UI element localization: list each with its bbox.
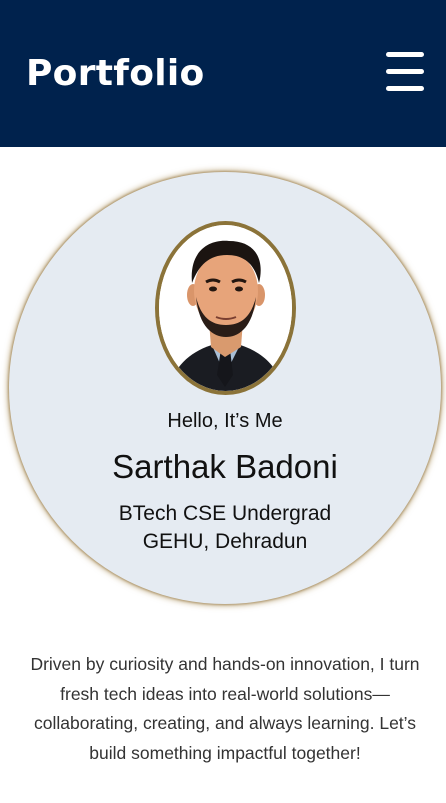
role-degree: BTech CSE Undergrad bbox=[118, 502, 332, 525]
profile-photo bbox=[159, 225, 292, 391]
role-institution: GEHU, Dehradun bbox=[142, 530, 308, 553]
menu-bar-middle bbox=[386, 69, 424, 74]
site-header: Portfolio bbox=[0, 0, 446, 147]
profile-role: BTech CSE Undergrad GEHU, Dehradun bbox=[0, 500, 446, 556]
avatar bbox=[155, 221, 296, 395]
greeting-text: Hello, It’s Me bbox=[167, 410, 283, 432]
hamburger-menu-icon[interactable] bbox=[382, 50, 428, 94]
profile-name: Sarthak Badoni bbox=[112, 448, 338, 485]
brand-logo[interactable]: Portfolio bbox=[26, 52, 205, 96]
menu-bar-top bbox=[386, 52, 424, 57]
menu-bar-bottom bbox=[386, 86, 424, 91]
about-text: Driven by curiosity and hands-on innovat… bbox=[30, 654, 420, 763]
